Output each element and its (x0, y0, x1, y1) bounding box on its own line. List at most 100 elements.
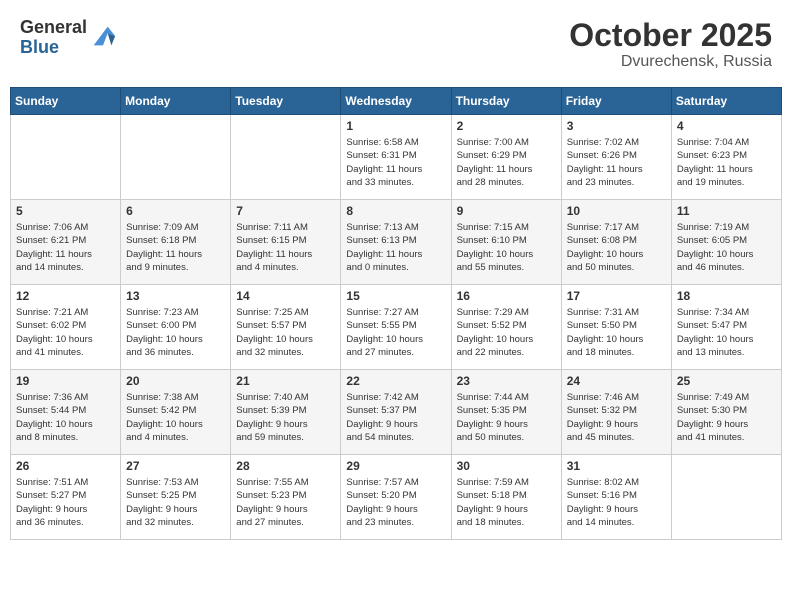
day-info: Sunrise: 7:11 AMSunset: 6:15 PMDaylight:… (236, 221, 335, 274)
calendar-cell: 1 Sunrise: 6:58 AMSunset: 6:31 PMDaylight… (341, 115, 451, 200)
calendar-cell: 7 Sunrise: 7:11 AMSunset: 6:15 PMDaylight… (231, 200, 341, 285)
calendar-cell: 14 Sunrise: 7:25 AMSunset: 5:57 PMDayligh… (231, 285, 341, 370)
calendar-cell: 16Sunrise: 7:29 AMSunset: 5:52 PMDayligh… (451, 285, 561, 370)
calendar-table: SundayMondayTuesdayWednesdayThursdayFrid… (10, 87, 782, 540)
day-number: 28 (236, 459, 335, 473)
weekday-header-tuesday: Tuesday (231, 88, 341, 115)
calendar-cell: 22 Sunrise: 7:42 AMSunset: 5:37 PMDayligh… (341, 370, 451, 455)
day-number: 20 (126, 374, 225, 388)
day-info: Sunrise: 7:00 AMSunset: 6:29 PMDaylight:… (457, 136, 556, 189)
day-number: 24 (567, 374, 666, 388)
day-info: Sunrise: 8:02 AMSunset: 5:16 PMDaylight:… (567, 476, 666, 529)
month-title: October 2025 (569, 18, 772, 53)
day-number: 30 (457, 459, 556, 473)
calendar-cell: 11 Sunrise: 7:19 AMSunset: 6:05 PMDayligh… (671, 200, 781, 285)
calendar-cell: 23 Sunrise: 7:44 AMSunset: 5:35 PMDayligh… (451, 370, 561, 455)
day-info: Sunrise: 7:44 AMSunset: 5:35 PMDaylight:… (457, 391, 556, 444)
day-number: 10 (567, 204, 666, 218)
day-info: Sunrise: 7:06 AMSunset: 6:21 PMDaylight:… (16, 221, 115, 274)
calendar-cell: 29 Sunrise: 7:57 AMSunset: 5:20 PMDayligh… (341, 455, 451, 540)
day-number: 23 (457, 374, 556, 388)
weekday-header-saturday: Saturday (671, 88, 781, 115)
day-info: Sunrise: 7:49 AMSunset: 5:30 PMDaylight:… (677, 391, 776, 444)
day-number: 15 (346, 289, 445, 303)
day-number: 22 (346, 374, 445, 388)
calendar-cell: 24 Sunrise: 7:46 AMSunset: 5:32 PMDayligh… (561, 370, 671, 455)
calendar-cell: 3Sunrise: 7:02 AMSunset: 6:26 PMDaylight… (561, 115, 671, 200)
calendar-cell: 10 Sunrise: 7:17 AMSunset: 6:08 PMDayligh… (561, 200, 671, 285)
page-header: General Blue October 2025 Dvurechensk, R… (10, 10, 782, 79)
day-info: Sunrise: 7:17 AMSunset: 6:08 PMDaylight:… (567, 221, 666, 274)
day-number: 11 (677, 204, 776, 218)
day-info: Sunrise: 7:27 AMSunset: 5:55 PMDaylight:… (346, 306, 445, 359)
logo-blue-text: Blue (20, 38, 87, 58)
weekday-header-monday: Monday (121, 88, 231, 115)
day-info: Sunrise: 7:15 AMSunset: 6:10 PMDaylight:… (457, 221, 556, 274)
title-block: October 2025 Dvurechensk, Russia (569, 18, 772, 71)
weekday-header-friday: Friday (561, 88, 671, 115)
calendar-cell: 4 Sunrise: 7:04 AMSunset: 6:23 PMDaylight… (671, 115, 781, 200)
calendar-cell: 31 Sunrise: 8:02 AMSunset: 5:16 PMDayligh… (561, 455, 671, 540)
calendar-row-3: 19Sunrise: 7:36 AMSunset: 5:44 PMDayligh… (11, 370, 782, 455)
day-info: Sunrise: 7:38 AMSunset: 5:42 PMDaylight:… (126, 391, 225, 444)
calendar-cell: 25 Sunrise: 7:49 AMSunset: 5:30 PMDayligh… (671, 370, 781, 455)
day-info: Sunrise: 7:13 AMSunset: 6:13 PMDaylight:… (346, 221, 445, 274)
day-info: Sunrise: 7:31 AMSunset: 5:50 PMDaylight:… (567, 306, 666, 359)
calendar-cell: 30Sunrise: 7:59 AMSunset: 5:18 PMDayligh… (451, 455, 561, 540)
day-number: 9 (457, 204, 556, 218)
day-number: 8 (346, 204, 445, 218)
calendar-cell: 20 Sunrise: 7:38 AMSunset: 5:42 PMDayligh… (121, 370, 231, 455)
weekday-header-wednesday: Wednesday (341, 88, 451, 115)
calendar-cell (11, 115, 121, 200)
day-number: 17 (567, 289, 666, 303)
day-number: 5 (16, 204, 115, 218)
weekday-header-sunday: Sunday (11, 88, 121, 115)
day-info: Sunrise: 7:04 AMSunset: 6:23 PMDaylight:… (677, 136, 776, 189)
day-info: Sunrise: 7:53 AMSunset: 5:25 PMDaylight:… (126, 476, 225, 529)
day-info: Sunrise: 7:34 AMSunset: 5:47 PMDaylight:… (677, 306, 776, 359)
day-number: 7 (236, 204, 335, 218)
day-number: 19 (16, 374, 115, 388)
calendar-cell: 19Sunrise: 7:36 AMSunset: 5:44 PMDayligh… (11, 370, 121, 455)
calendar-cell: 8 Sunrise: 7:13 AMSunset: 6:13 PMDaylight… (341, 200, 451, 285)
calendar-cell: 6Sunrise: 7:09 AMSunset: 6:18 PMDaylight… (121, 200, 231, 285)
day-info: Sunrise: 6:58 AMSunset: 6:31 PMDaylight:… (346, 136, 445, 189)
weekday-header-thursday: Thursday (451, 88, 561, 115)
day-number: 21 (236, 374, 335, 388)
day-number: 26 (16, 459, 115, 473)
day-number: 27 (126, 459, 225, 473)
calendar-row-0: 1 Sunrise: 6:58 AMSunset: 6:31 PMDaylight… (11, 115, 782, 200)
day-info: Sunrise: 7:19 AMSunset: 6:05 PMDaylight:… (677, 221, 776, 274)
calendar-cell: 13Sunrise: 7:23 AMSunset: 6:00 PMDayligh… (121, 285, 231, 370)
day-info: Sunrise: 7:42 AMSunset: 5:37 PMDaylight:… (346, 391, 445, 444)
logo-icon (89, 22, 117, 50)
day-info: Sunrise: 7:51 AMSunset: 5:27 PMDaylight:… (16, 476, 115, 529)
day-info: Sunrise: 7:55 AMSunset: 5:23 PMDaylight:… (236, 476, 335, 529)
calendar-cell: 26 Sunrise: 7:51 AMSunset: 5:27 PMDayligh… (11, 455, 121, 540)
day-number: 29 (346, 459, 445, 473)
day-info: Sunrise: 7:46 AMSunset: 5:32 PMDaylight:… (567, 391, 666, 444)
calendar-cell: 9 Sunrise: 7:15 AMSunset: 6:10 PMDaylight… (451, 200, 561, 285)
day-info: Sunrise: 7:23 AMSunset: 6:00 PMDaylight:… (126, 306, 225, 359)
logo: General Blue (20, 18, 117, 58)
day-number: 2 (457, 119, 556, 133)
day-number: 31 (567, 459, 666, 473)
day-number: 4 (677, 119, 776, 133)
day-number: 25 (677, 374, 776, 388)
day-number: 18 (677, 289, 776, 303)
calendar-cell: 21 Sunrise: 7:40 AMSunset: 5:39 PMDayligh… (231, 370, 341, 455)
day-info: Sunrise: 7:21 AMSunset: 6:02 PMDaylight:… (16, 306, 115, 359)
day-info: Sunrise: 7:29 AMSunset: 5:52 PMDaylight:… (457, 306, 556, 359)
day-info: Sunrise: 7:57 AMSunset: 5:20 PMDaylight:… (346, 476, 445, 529)
calendar-cell: 15 Sunrise: 7:27 AMSunset: 5:55 PMDayligh… (341, 285, 451, 370)
location-text: Dvurechensk, Russia (569, 53, 772, 71)
day-number: 14 (236, 289, 335, 303)
calendar-row-2: 12Sunrise: 7:21 AMSunset: 6:02 PMDayligh… (11, 285, 782, 370)
day-info: Sunrise: 7:40 AMSunset: 5:39 PMDaylight:… (236, 391, 335, 444)
calendar-cell (231, 115, 341, 200)
day-number: 1 (346, 119, 445, 133)
day-number: 6 (126, 204, 225, 218)
calendar-cell: 12Sunrise: 7:21 AMSunset: 6:02 PMDayligh… (11, 285, 121, 370)
calendar-cell: 2 Sunrise: 7:00 AMSunset: 6:29 PMDaylight… (451, 115, 561, 200)
day-info: Sunrise: 7:25 AMSunset: 5:57 PMDaylight:… (236, 306, 335, 359)
